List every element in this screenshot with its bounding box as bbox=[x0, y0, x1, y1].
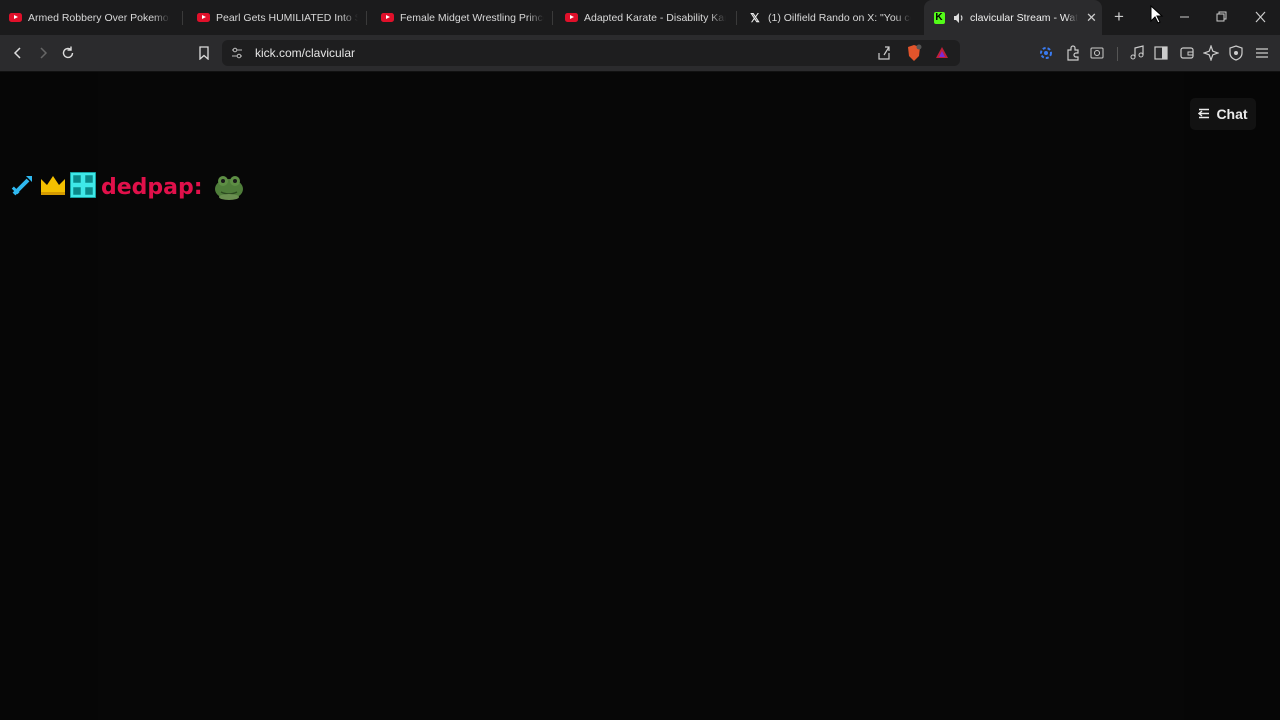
tab-title: Armed Robbery Over Pokemon Cards bbox=[28, 11, 170, 24]
chat-toggle-button[interactable]: Chat bbox=[1190, 98, 1256, 130]
tab-2[interactable]: Pearl Gets HUMILIATED Into Silence bbox=[196, 0, 360, 35]
tab-6-active[interactable]: K clavicular Stream - Watch ✕ bbox=[924, 0, 1102, 35]
privacy-shield-icon[interactable] bbox=[1228, 45, 1244, 66]
wallet-icon[interactable] bbox=[1179, 45, 1195, 66]
kick-icon: K bbox=[933, 11, 945, 24]
frog-emote-icon bbox=[213, 170, 245, 205]
tab-title: (1) Oilfield Rando on X: "You could bbox=[768, 11, 911, 24]
close-tab-icon[interactable]: ✕ bbox=[1086, 10, 1097, 26]
tab-5[interactable]: 𝕏 (1) Oilfield Rando on X: "You could bbox=[748, 0, 913, 35]
youtube-icon bbox=[8, 11, 22, 25]
tab-separator bbox=[552, 11, 553, 25]
brave-shields-icon[interactable] bbox=[906, 44, 922, 67]
minimize-icon[interactable] bbox=[1177, 10, 1193, 24]
toolbar-separator bbox=[1117, 47, 1118, 61]
close-window-icon[interactable] bbox=[1253, 10, 1269, 24]
youtube-icon bbox=[196, 11, 210, 25]
site-info-icon[interactable] bbox=[230, 46, 244, 65]
restore-icon[interactable] bbox=[1214, 10, 1230, 24]
tab-title: Pearl Gets HUMILIATED Into Silence bbox=[216, 11, 358, 24]
new-tab-icon[interactable]: + bbox=[1111, 8, 1127, 25]
tab-strip: Armed Robbery Over Pokemon Cards Pearl G… bbox=[0, 0, 1280, 35]
tab-title: Female Midget Wrestling Princess bbox=[400, 11, 544, 24]
vpn-icon[interactable] bbox=[1038, 45, 1054, 66]
tab-separator bbox=[182, 11, 183, 25]
speaker-icon bbox=[952, 11, 966, 25]
og-badge-icon bbox=[69, 171, 97, 204]
tab-1[interactable]: Armed Robbery Over Pokemon Cards bbox=[8, 0, 176, 35]
tab-4[interactable]: Adapted Karate - Disability Karate bbox=[564, 0, 730, 35]
tab-3[interactable]: Female Midget Wrestling Princess bbox=[380, 0, 546, 35]
sword-badge-icon bbox=[10, 172, 36, 203]
toolbar: kick.com/clavicular bbox=[0, 35, 1280, 72]
chat-message-overlay: dedpap: bbox=[10, 170, 245, 204]
share-icon[interactable] bbox=[876, 45, 892, 66]
leo-ai-icon[interactable] bbox=[1202, 44, 1220, 66]
url-text: kick.com/clavicular bbox=[255, 46, 356, 60]
sidebar-icon[interactable] bbox=[1153, 45, 1169, 66]
forward-icon[interactable] bbox=[34, 44, 52, 62]
video-frame bbox=[98, 72, 1184, 720]
brave-rewards-icon[interactable] bbox=[934, 45, 950, 66]
extensions-icon[interactable] bbox=[1065, 45, 1081, 66]
chat-button-label: Chat bbox=[1216, 106, 1248, 122]
bookmark-icon[interactable] bbox=[195, 44, 213, 62]
media-playlist-icon[interactable] bbox=[1129, 45, 1145, 66]
screenshot-icon[interactable] bbox=[1089, 45, 1105, 66]
youtube-icon bbox=[564, 11, 578, 25]
mouse-cursor-icon bbox=[1150, 4, 1164, 30]
tab-title: clavicular Stream - Watch bbox=[970, 11, 1078, 24]
x-icon: 𝕏 bbox=[750, 10, 760, 25]
chat-username[interactable]: dedpap: bbox=[101, 175, 203, 200]
back-icon[interactable] bbox=[9, 44, 27, 62]
address-field[interactable]: kick.com/clavicular bbox=[222, 40, 960, 66]
reload-icon[interactable] bbox=[59, 44, 77, 62]
tab-separator bbox=[366, 11, 367, 25]
menu-icon[interactable] bbox=[1254, 45, 1270, 66]
tab-separator bbox=[736, 11, 737, 25]
youtube-icon bbox=[380, 11, 394, 25]
tab-title: Adapted Karate - Disability Karate bbox=[584, 11, 726, 24]
chat-collapse-icon bbox=[1198, 106, 1210, 122]
crown-badge-icon bbox=[39, 173, 67, 202]
